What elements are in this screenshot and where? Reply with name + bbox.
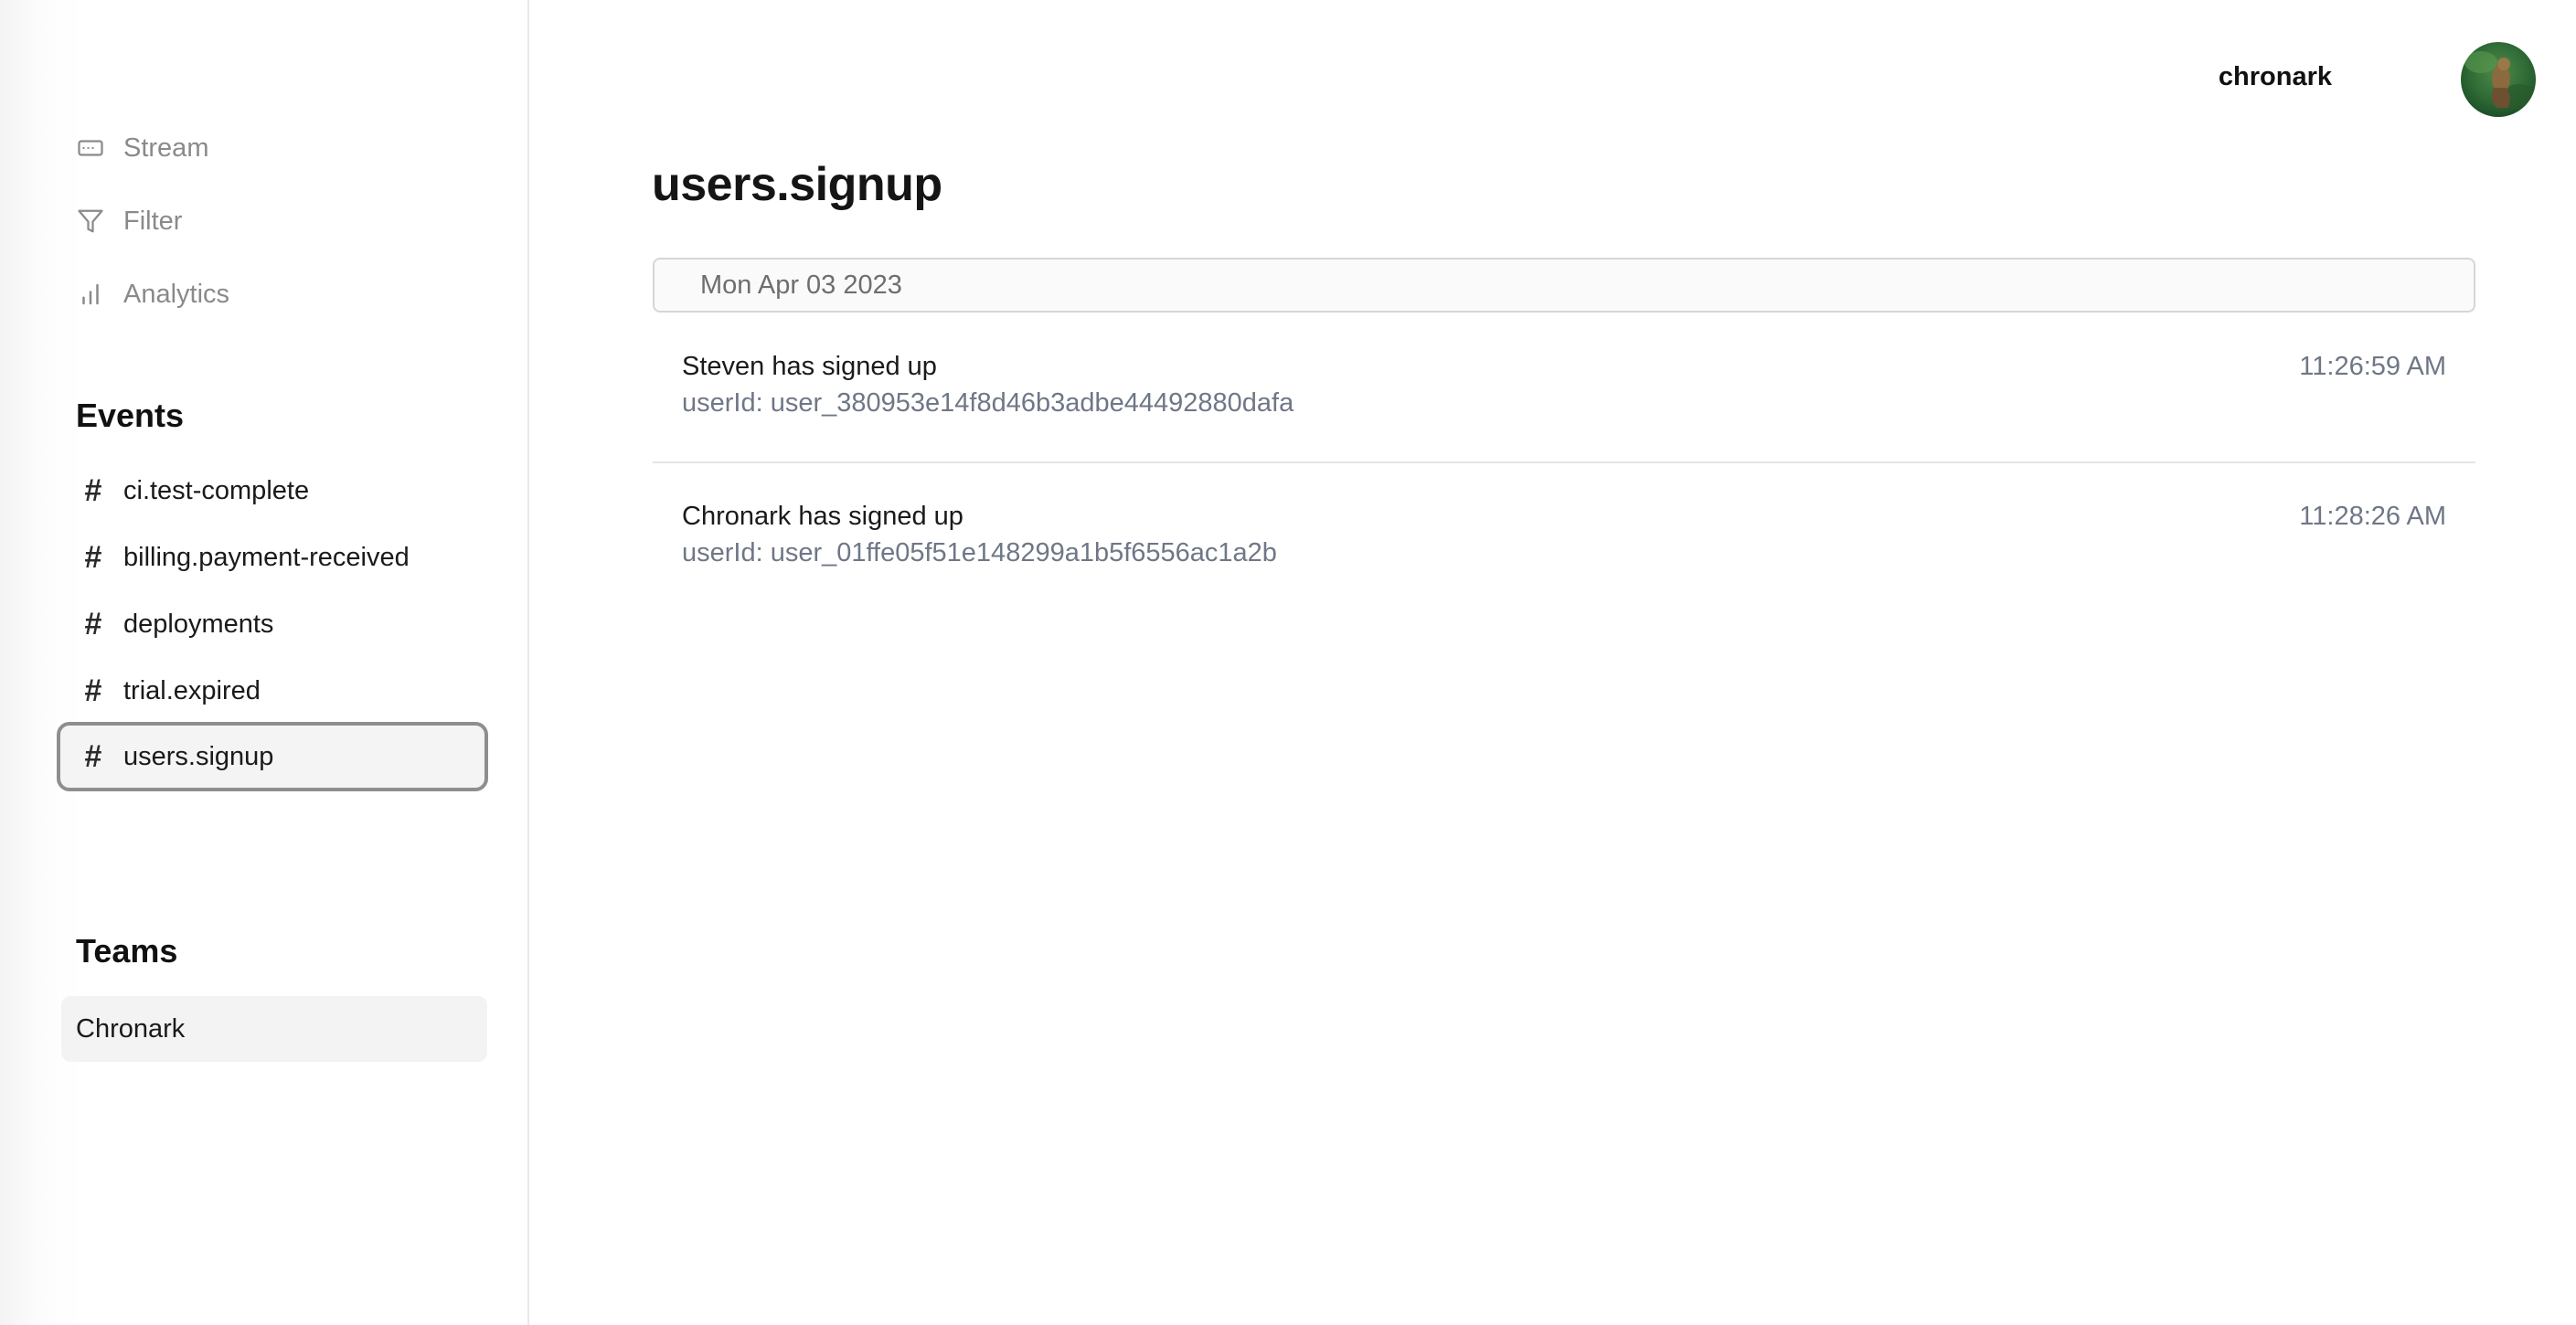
filter-icon (76, 207, 105, 236)
event-time: 11:28:26 AM (2299, 502, 2446, 531)
event-channel-trial-expired[interactable]: # trial.expired (57, 656, 488, 726)
event-channel-label: users.signup (123, 741, 274, 771)
nav-item-stream[interactable]: Stream (76, 122, 208, 174)
team-item-chronark[interactable]: Chronark (61, 996, 487, 1062)
sidebar: Stream Filter Analytics Events # ci.test… (0, 0, 529, 1325)
analytics-icon (76, 280, 105, 309)
row-divider (653, 461, 2475, 463)
user-avatar[interactable] (2461, 42, 2536, 117)
hash-icon: # (84, 472, 102, 508)
hash-icon: # (84, 606, 102, 641)
event-subtitle: userId: user_380953e14f8d46b3adbe4449288… (682, 388, 1294, 418)
event-title: Chronark has signed up (682, 502, 963, 531)
event-channel-label: deployments (123, 609, 274, 639)
event-channel-deployments[interactable]: # deployments (57, 589, 488, 659)
event-row[interactable]: Steven has signed up userId: user_380953… (653, 352, 2475, 489)
nav-item-analytics-label: Analytics (123, 279, 230, 309)
date-group-header: Mon Apr 03 2023 (653, 258, 2475, 313)
date-label: Mon Apr 03 2023 (700, 270, 902, 300)
nav-item-filter-label: Filter (123, 206, 183, 236)
events-section-title: Events (76, 397, 185, 434)
event-channel-billing-payment-received[interactable]: # billing.payment-received (57, 523, 488, 592)
event-channel-users-signup[interactable]: # users.signup (57, 722, 488, 791)
hash-icon: # (84, 673, 102, 708)
avatar-image (2461, 42, 2536, 117)
hash-icon: # (84, 738, 102, 774)
event-title: Steven has signed up (682, 352, 937, 381)
event-time: 11:26:59 AM (2299, 352, 2446, 381)
username-label: chronark (2218, 62, 2332, 91)
nav-item-stream-label: Stream (123, 132, 209, 163)
app-root: Stream Filter Analytics Events # ci.test… (0, 0, 2576, 1325)
hash-icon: # (84, 539, 102, 575)
event-channel-ci-test-complete[interactable]: # ci.test-complete (57, 456, 488, 525)
team-item-label: Chronark (76, 1013, 186, 1044)
event-subtitle: userId: user_01ffe05f51e148299a1b5f6556a… (682, 538, 1277, 567)
nav-item-filter[interactable]: Filter (76, 196, 182, 247)
event-channel-label: ci.test-complete (123, 475, 310, 505)
event-channel-label: trial.expired (123, 675, 261, 705)
page-title: users.signup (652, 158, 942, 211)
stream-icon (76, 133, 105, 163)
event-channel-label: billing.payment-received (123, 542, 410, 572)
event-row[interactable]: Chronark has signed up userId: user_01ff… (653, 502, 2475, 639)
teams-section-title: Teams (76, 932, 178, 970)
nav-item-analytics[interactable]: Analytics (76, 269, 229, 320)
